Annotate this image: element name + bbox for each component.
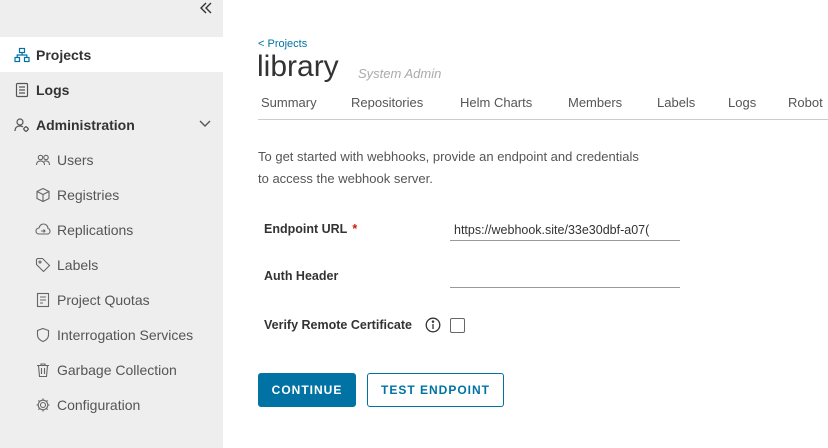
- sidebar-item-label: Labels: [57, 256, 99, 273]
- projects-icon: [14, 47, 30, 63]
- sidebar: Projects Logs Administration Users Regis…: [0, 0, 223, 448]
- main-content: < Projects library System Admin Summary …: [223, 0, 828, 448]
- required-mark: *: [352, 222, 358, 236]
- sidebar-item-label: Projects: [36, 46, 92, 63]
- chevron-down-icon[interactable]: [197, 116, 213, 132]
- sidebar-item-garbage-collection[interactable]: Garbage Collection: [0, 352, 223, 387]
- tab-repositories[interactable]: Repositories: [351, 95, 423, 110]
- intro-line: to access the webhook server.: [258, 171, 433, 186]
- shield-icon: [35, 327, 51, 343]
- sidebar-item-label: Interrogation Services: [57, 326, 194, 343]
- tab-summary[interactable]: Summary: [261, 95, 317, 110]
- sidebar-item-project-quotas[interactable]: Project Quotas: [0, 282, 223, 317]
- trash-icon: [35, 362, 51, 378]
- administration-icon: [14, 117, 30, 133]
- sidebar-item-projects[interactable]: Projects: [0, 37, 223, 72]
- page-title: library: [257, 50, 339, 83]
- sidebar-item-label: Logs: [36, 81, 70, 98]
- sidebar-item-logs[interactable]: Logs: [0, 72, 223, 107]
- endpoint-url-label-text: Endpoint URL: [264, 222, 348, 236]
- continue-button[interactable]: CONTINUE: [258, 373, 356, 407]
- collapse-sidebar-icon[interactable]: [196, 0, 216, 16]
- sidebar-item-labels[interactable]: Labels: [0, 247, 223, 282]
- labels-icon: [35, 257, 51, 273]
- test-endpoint-button[interactable]: TEST ENDPOINT: [367, 373, 504, 407]
- back-to-projects-link[interactable]: < Projects: [258, 38, 307, 50]
- sidebar-item-label: Project Quotas: [57, 291, 150, 308]
- tab-bar: Summary Repositories Helm Charts Members…: [258, 93, 828, 120]
- endpoint-url-input[interactable]: https://webhook.site/33e30dbf-a07(: [450, 219, 680, 241]
- endpoint-url-label: Endpoint URL *: [264, 222, 357, 236]
- verify-certificate-label: Verify Remote Certificate: [264, 318, 412, 332]
- users-icon: [35, 152, 51, 168]
- sidebar-item-configuration[interactable]: Configuration: [0, 387, 223, 422]
- sidebar-item-label: Replications: [57, 221, 134, 238]
- sidebar-item-replications[interactable]: Replications: [0, 212, 223, 247]
- sidebar-item-registries[interactable]: Registries: [0, 177, 223, 212]
- sidebar-item-label: Garbage Collection: [57, 361, 177, 378]
- tab-logs[interactable]: Logs: [728, 95, 756, 110]
- sidebar-item-label: Users: [57, 151, 94, 168]
- gear-icon: [35, 397, 51, 413]
- quotas-icon: [35, 292, 51, 308]
- info-icon[interactable]: [425, 317, 441, 333]
- intro-line: To get started with webhooks, provide an…: [258, 149, 639, 164]
- sidebar-item-label: Administration: [36, 116, 135, 133]
- intro-text: To get started with webhooks, provide an…: [258, 146, 718, 190]
- auth-header-input[interactable]: [450, 266, 680, 288]
- sidebar-item-administration[interactable]: Administration: [0, 107, 223, 142]
- sidebar-item-label: Configuration: [57, 396, 141, 413]
- logs-icon: [14, 82, 30, 98]
- replications-icon: [35, 222, 51, 238]
- registries-icon: [35, 187, 51, 203]
- tab-helm-charts[interactable]: Helm Charts: [460, 95, 532, 110]
- tab-robot[interactable]: Robot: [788, 95, 823, 110]
- auth-header-label: Auth Header: [264, 269, 339, 283]
- role-label: System Admin: [358, 66, 442, 81]
- tab-members[interactable]: Members: [568, 95, 622, 110]
- tab-labels[interactable]: Labels: [657, 95, 695, 110]
- verify-certificate-checkbox[interactable]: [450, 318, 465, 333]
- sidebar-item-label: Registries: [57, 186, 120, 203]
- sidebar-item-users[interactable]: Users: [0, 142, 223, 177]
- sidebar-item-interrogation-services[interactable]: Interrogation Services: [0, 317, 223, 352]
